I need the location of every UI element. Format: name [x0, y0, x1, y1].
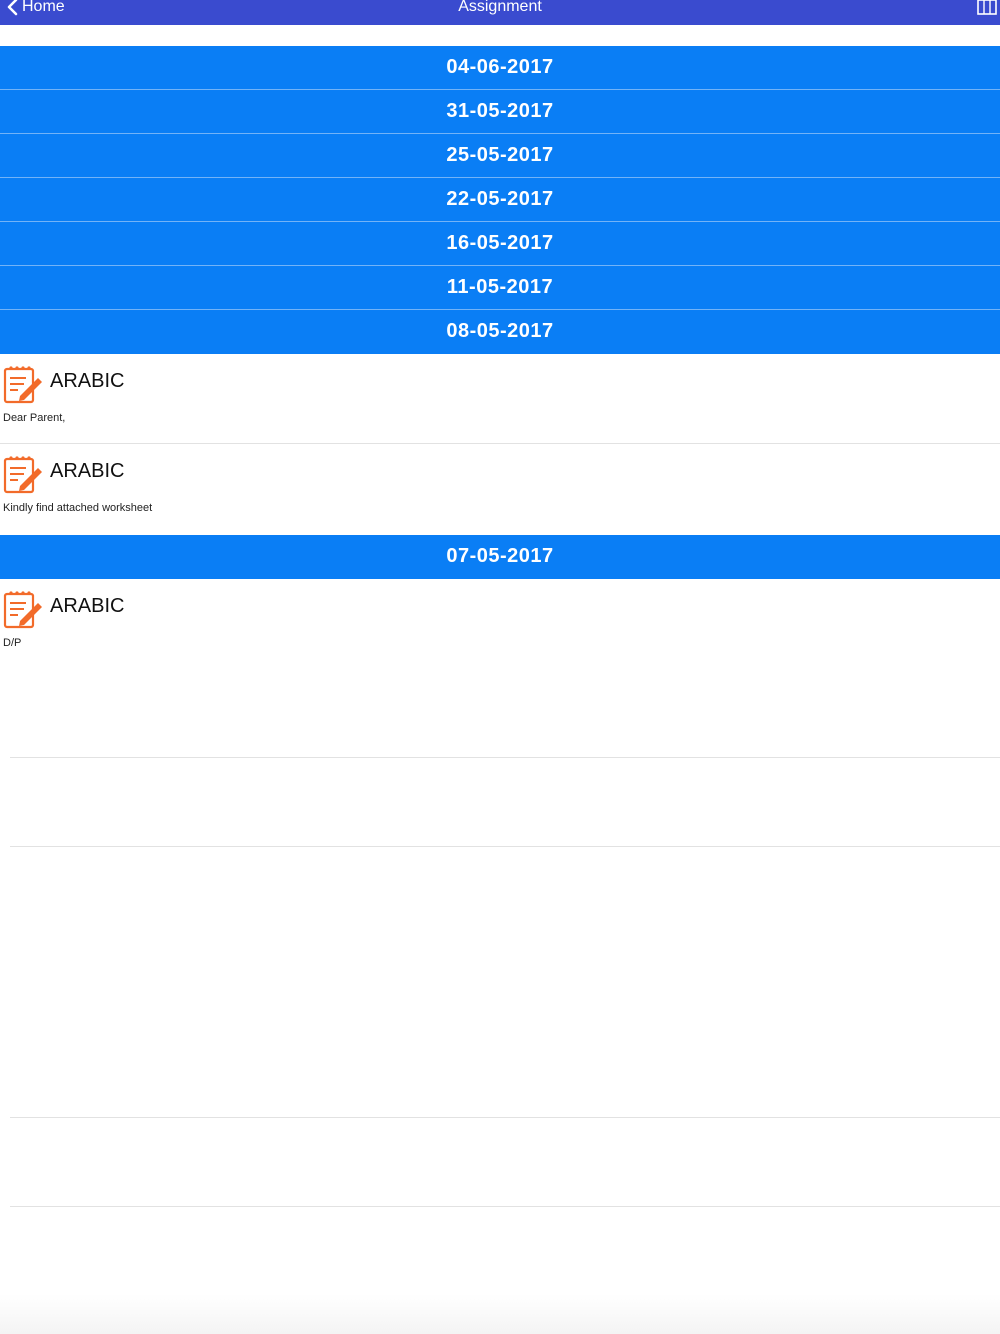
date-header[interactable]: 31-05-2017 — [0, 90, 1000, 134]
assignment-item[interactable]: ARABIC D/P — [0, 579, 1000, 668]
navigation-bar: Home Assignment — [0, 0, 1000, 25]
page-title: Assignment — [458, 0, 542, 15]
assignment-subject: ARABIC — [50, 370, 125, 392]
assignment-description: Kindly find attached worksheet — [3, 502, 153, 514]
assignment-subject: ARABIC — [50, 595, 125, 617]
date-header[interactable]: 04-06-2017 — [0, 46, 1000, 90]
date-header[interactable]: 16-05-2017 — [0, 222, 1000, 266]
assignment-subject: ARABIC — [50, 460, 125, 482]
assignment-description: D/P — [3, 637, 22, 649]
assignment-description: Dear Parent, — [3, 412, 66, 424]
row-separator — [10, 1206, 1000, 1207]
notepad-pencil-icon — [3, 366, 42, 404]
bottom-bar — [0, 1294, 1000, 1334]
notepad-pencil-icon — [3, 456, 42, 494]
assignment-item[interactable]: ARABIC Dear Parent, — [0, 354, 1000, 444]
date-header[interactable]: 25-05-2017 — [0, 134, 1000, 178]
row-separator — [10, 846, 1000, 847]
notepad-pencil-icon — [3, 591, 42, 629]
row-separator — [10, 1117, 1000, 1118]
assignment-item[interactable]: ARABIC Kindly find attached worksheet — [0, 444, 1000, 535]
row-separator — [10, 757, 1000, 758]
date-header[interactable]: 11-05-2017 — [0, 266, 1000, 310]
date-header[interactable]: 08-05-2017 — [0, 310, 1000, 354]
date-header[interactable]: 07-05-2017 — [0, 535, 1000, 579]
columns-icon[interactable] — [976, 0, 998, 16]
date-header[interactable]: 22-05-2017 — [0, 178, 1000, 222]
assignment-list: 04-06-2017 31-05-2017 25-05-2017 22-05-2… — [0, 46, 1000, 668]
